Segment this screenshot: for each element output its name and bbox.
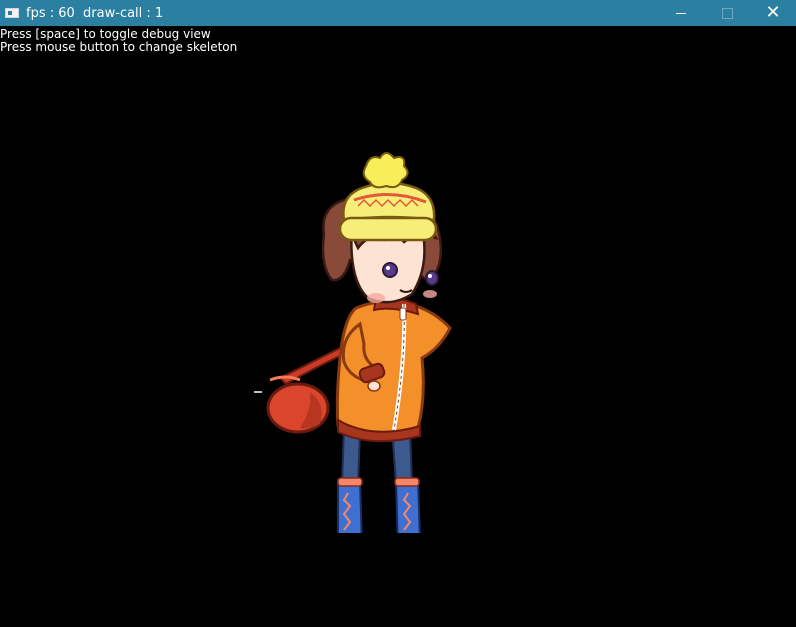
render-canvas[interactable]: Press [space] to toggle debug view Press… (0, 26, 796, 626)
right-eye (425, 270, 439, 286)
character-sprite (254, 152, 452, 533)
pom-pom (362, 152, 409, 189)
title-bar[interactable]: fps : 60 draw-call : 1 ✕ (0, 0, 796, 26)
close-button[interactable]: ✕ (750, 0, 796, 26)
app-icon (5, 8, 19, 18)
maximize-button[interactable] (704, 0, 750, 26)
left-boot (337, 479, 363, 533)
right-boot (394, 479, 421, 533)
maximize-icon (721, 7, 733, 19)
close-icon: ✕ (765, 2, 781, 23)
minimize-button[interactable] (658, 0, 704, 26)
minimize-icon (676, 12, 686, 14)
window-controls: ✕ (658, 0, 796, 26)
left-eye (382, 262, 398, 278)
window-title: fps : 60 draw-call : 1 (26, 5, 164, 21)
app-window: fps : 60 draw-call : 1 ✕ Press [space] t… (0, 0, 796, 627)
skeleton-hint-text: Press mouse button to change skeleton (0, 40, 238, 54)
